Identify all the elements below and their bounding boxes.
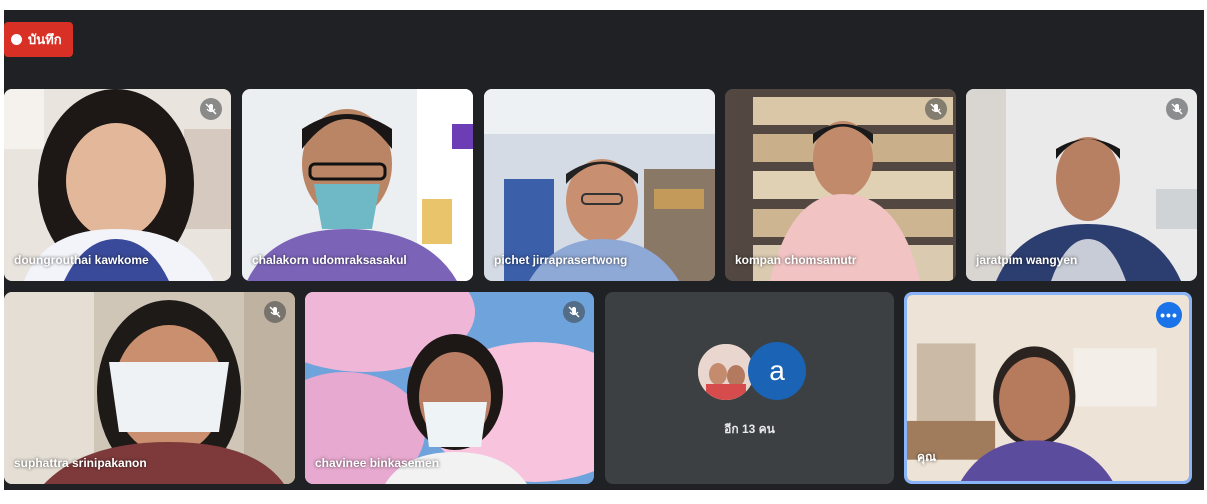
mic-off-icon	[563, 301, 585, 323]
participant-name: suphattra srinipakanon	[14, 456, 147, 470]
overflow-avatars: a	[696, 342, 808, 402]
participant-name: pichet jirraprasertwong	[494, 253, 628, 267]
mic-off-icon	[200, 98, 222, 120]
participant-name: chavinee binkasemen	[315, 456, 440, 470]
participant-tile[interactable]: chalakorn udomraksasakul	[242, 89, 473, 281]
participant-tile[interactable]: kompan chomsamutr	[725, 89, 956, 281]
participant-avatar: a	[748, 342, 806, 400]
recording-label: บันทึก	[28, 32, 62, 47]
participant-tile[interactable]: pichet jirraprasertwong	[484, 89, 715, 281]
participant-tile[interactable]: doungrouthai kawkome	[4, 89, 231, 281]
recording-indicator: บันทึก	[4, 22, 73, 57]
participant-name: kompan chomsamutr	[735, 253, 857, 267]
more-participants-label: อีก 13 คน	[724, 422, 775, 436]
self-video-tile[interactable]: ••• คุณ	[904, 292, 1192, 484]
more-participants-tile[interactable]: a อีก 13 คน	[605, 292, 894, 484]
self-video	[907, 295, 1189, 481]
participant-name: doungrouthai kawkome	[14, 253, 149, 267]
record-dot-icon	[11, 34, 22, 45]
participant-name: jaratpim wangyen	[976, 253, 1078, 267]
mic-off-icon	[1166, 98, 1188, 120]
participant-avatar	[696, 342, 756, 402]
more-horizontal-icon[interactable]: •••	[1156, 302, 1182, 328]
mic-off-icon	[925, 98, 947, 120]
participant-tile[interactable]: jaratpim wangyen	[966, 89, 1197, 281]
self-name: คุณ	[917, 450, 937, 464]
participant-tile[interactable]: chavinee binkasemen	[305, 292, 594, 484]
participant-name: chalakorn udomraksasakul	[252, 253, 407, 267]
mic-off-icon	[264, 301, 286, 323]
participant-tile[interactable]: suphattra srinipakanon	[4, 292, 295, 484]
